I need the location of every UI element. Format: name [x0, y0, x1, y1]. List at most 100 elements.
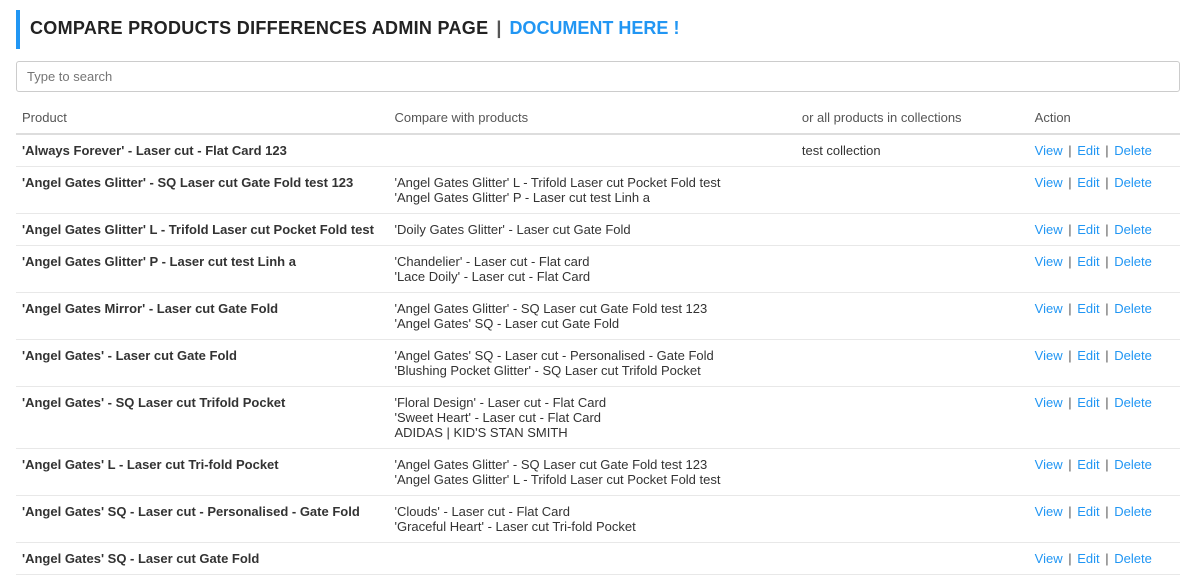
page-header: COMPARE PRODUCTS DIFFERENCES ADMIN PAGE …	[16, 10, 1180, 49]
compare-item: 'Sweet Heart' - Laser cut - Flat Card	[394, 410, 789, 425]
view-link[interactable]: View	[1035, 175, 1063, 190]
edit-link[interactable]: Edit	[1077, 395, 1099, 410]
edit-link[interactable]: Edit	[1077, 504, 1099, 519]
delete-link[interactable]: Delete	[1114, 348, 1152, 363]
compare-cell: 'Angel Gates Glitter' L - Trifold Laser …	[388, 167, 795, 214]
view-link[interactable]: View	[1035, 395, 1063, 410]
compare-cell: 'Floral Design' - Laser cut - Flat Card'…	[388, 387, 795, 449]
view-link[interactable]: View	[1035, 254, 1063, 269]
table-row: 'Angel Gates' - SQ Laser cut Trifold Poc…	[16, 387, 1180, 449]
action-links: View | Edit | Delete	[1035, 395, 1174, 410]
action-separator: |	[1102, 222, 1113, 237]
compare-item: 'Angel Gates Glitter' P - Laser cut test…	[394, 190, 789, 205]
action-links: View | Edit | Delete	[1035, 551, 1174, 566]
compare-item: 'Doily Gates Glitter' - Laser cut Gate F…	[394, 222, 789, 237]
action-separator: |	[1102, 301, 1113, 316]
action-separator: |	[1102, 175, 1113, 190]
product-name: 'Always Forever' - Laser cut - Flat Card…	[22, 143, 287, 158]
view-link[interactable]: View	[1035, 143, 1063, 158]
view-link[interactable]: View	[1035, 301, 1063, 316]
collections-cell: test collection	[796, 134, 1029, 167]
collections-cell	[796, 496, 1029, 543]
view-link[interactable]: View	[1035, 504, 1063, 519]
compare-cell: 'Angel Gates Glitter' - SQ Laser cut Gat…	[388, 449, 795, 496]
action-cell: View | Edit | Delete	[1029, 543, 1180, 575]
action-links: View | Edit | Delete	[1035, 348, 1174, 363]
action-links: View | Edit | Delete	[1035, 175, 1174, 190]
product-name: 'Angel Gates' SQ - Laser cut Gate Fold	[22, 551, 259, 566]
action-separator: |	[1102, 551, 1113, 566]
col-header-action: Action	[1029, 102, 1180, 134]
delete-link[interactable]: Delete	[1114, 551, 1152, 566]
action-separator: |	[1065, 551, 1076, 566]
edit-link[interactable]: Edit	[1077, 301, 1099, 316]
view-link[interactable]: View	[1035, 222, 1063, 237]
compare-cell: 'Clouds' - Laser cut - Flat Card'Gracefu…	[388, 496, 795, 543]
product-name: 'Angel Gates' - SQ Laser cut Trifold Poc…	[22, 395, 285, 410]
collections-cell	[796, 543, 1029, 575]
table-row: 'Always Forever' - Laser cut - Flat Card…	[16, 134, 1180, 167]
view-link[interactable]: View	[1035, 348, 1063, 363]
view-link[interactable]: View	[1035, 551, 1063, 566]
action-separator: |	[1102, 254, 1113, 269]
product-name: 'Angel Gates' - Laser cut Gate Fold	[22, 348, 237, 363]
table-body: 'Always Forever' - Laser cut - Flat Card…	[16, 134, 1180, 575]
edit-link[interactable]: Edit	[1077, 222, 1099, 237]
product-cell: 'Angel Gates' SQ - Laser cut - Personali…	[16, 496, 388, 543]
product-name: 'Angel Gates' SQ - Laser cut - Personali…	[22, 504, 360, 519]
table-row: 'Angel Gates' L - Laser cut Tri-fold Poc…	[16, 449, 1180, 496]
product-name: 'Angel Gates Mirror' - Laser cut Gate Fo…	[22, 301, 278, 316]
table-row: 'Angel Gates Glitter' P - Laser cut test…	[16, 246, 1180, 293]
action-separator: |	[1065, 143, 1076, 158]
compare-cell: 'Doily Gates Glitter' - Laser cut Gate F…	[388, 214, 795, 246]
collections-cell	[796, 293, 1029, 340]
compare-item: 'Blushing Pocket Glitter' - SQ Laser cut…	[394, 363, 789, 378]
action-separator: |	[1065, 222, 1076, 237]
delete-link[interactable]: Delete	[1114, 143, 1152, 158]
compare-item: 'Floral Design' - Laser cut - Flat Card	[394, 395, 789, 410]
action-links: View | Edit | Delete	[1035, 504, 1174, 519]
delete-link[interactable]: Delete	[1114, 175, 1152, 190]
edit-link[interactable]: Edit	[1077, 175, 1099, 190]
product-cell: 'Angel Gates Mirror' - Laser cut Gate Fo…	[16, 293, 388, 340]
delete-link[interactable]: Delete	[1114, 457, 1152, 472]
compare-item: 'Chandelier' - Laser cut - Flat card	[394, 254, 789, 269]
product-cell: 'Angel Gates' L - Laser cut Tri-fold Poc…	[16, 449, 388, 496]
action-links: View | Edit | Delete	[1035, 222, 1174, 237]
edit-link[interactable]: Edit	[1077, 457, 1099, 472]
action-cell: View | Edit | Delete	[1029, 293, 1180, 340]
action-links: View | Edit | Delete	[1035, 301, 1174, 316]
delete-link[interactable]: Delete	[1114, 254, 1152, 269]
delete-link[interactable]: Delete	[1114, 504, 1152, 519]
edit-link[interactable]: Edit	[1077, 143, 1099, 158]
search-input[interactable]	[16, 61, 1180, 92]
action-separator: |	[1102, 143, 1113, 158]
edit-link[interactable]: Edit	[1077, 348, 1099, 363]
collections-cell	[796, 167, 1029, 214]
collections-cell	[796, 449, 1029, 496]
product-cell: 'Angel Gates Glitter' L - Trifold Laser …	[16, 214, 388, 246]
action-cell: View | Edit | Delete	[1029, 246, 1180, 293]
product-cell: 'Angel Gates' - SQ Laser cut Trifold Poc…	[16, 387, 388, 449]
document-link[interactable]: DOCUMENT HERE !	[509, 18, 679, 39]
page-title: COMPARE PRODUCTS DIFFERENCES ADMIN PAGE	[30, 18, 488, 39]
action-cell: View | Edit | Delete	[1029, 167, 1180, 214]
edit-link[interactable]: Edit	[1077, 254, 1099, 269]
delete-link[interactable]: Delete	[1114, 222, 1152, 237]
view-link[interactable]: View	[1035, 457, 1063, 472]
collections-cell	[796, 340, 1029, 387]
table-row: 'Angel Gates Glitter' L - Trifold Laser …	[16, 214, 1180, 246]
table-row: 'Angel Gates' - Laser cut Gate Fold 'Ange…	[16, 340, 1180, 387]
table-header: Product Compare with products or all pro…	[16, 102, 1180, 134]
action-separator: |	[1065, 175, 1076, 190]
delete-link[interactable]: Delete	[1114, 395, 1152, 410]
edit-link[interactable]: Edit	[1077, 551, 1099, 566]
action-separator: |	[1102, 504, 1113, 519]
compare-item: 'Angel Gates' SQ - Laser cut Gate Fold	[394, 316, 789, 331]
delete-link[interactable]: Delete	[1114, 301, 1152, 316]
collections-cell	[796, 387, 1029, 449]
compare-item: 'Angel Gates Glitter' - SQ Laser cut Gat…	[394, 457, 789, 472]
action-cell: View | Edit | Delete	[1029, 214, 1180, 246]
compare-cell: 'Angel Gates' SQ - Laser cut - Personali…	[388, 340, 795, 387]
action-cell: View | Edit | Delete	[1029, 387, 1180, 449]
